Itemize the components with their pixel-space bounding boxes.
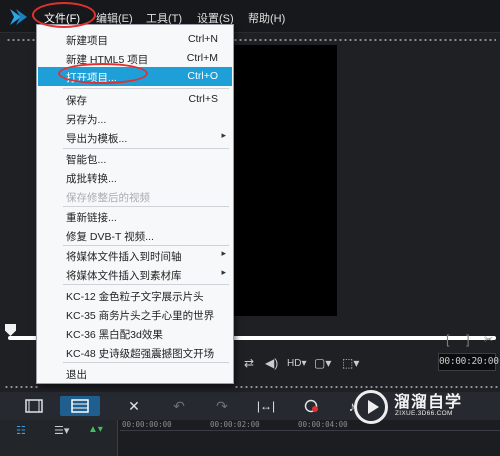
panel-divider [233, 38, 496, 42]
menu-item-open-project[interactable]: 打开项目... Ctrl+O [38, 67, 232, 86]
menu-item-insert-to-timeline[interactable]: 将媒体文件插入到时间轴 ▸ [38, 246, 232, 265]
add-marker-icon[interactable]: ▲▾ [88, 424, 103, 435]
watermark-url: ZIXUE.3D66.COM [395, 410, 453, 417]
menu-item-batch-convert[interactable]: 成批转换... [38, 168, 232, 187]
trim-out-marker[interactable]: ] [466, 332, 470, 347]
tools-icon[interactable]: ✕ [120, 396, 148, 416]
menu-item-smart-package[interactable]: 智能包... [38, 149, 232, 168]
watermark-title: 溜溜自学 [394, 394, 463, 411]
scissors-icon[interactable]: ✂ [484, 333, 493, 346]
volume-icon[interactable]: ◀) [265, 356, 278, 370]
ruler-tick: 00:00:00:00 [122, 420, 172, 429]
track-header: ☷ ☰▾ ▲▾ [0, 420, 118, 456]
timeline-icon[interactable] [60, 396, 100, 416]
submenu-arrow-icon: ▸ [221, 130, 226, 140]
fit-project-icon[interactable]: |↔| [252, 396, 280, 416]
aspect-ratio-icon[interactable]: ▢▾ [314, 356, 331, 370]
watermark: 溜溜自学 ZIXUE.3D66.COM [348, 384, 472, 428]
corel-logo-icon[interactable] [8, 8, 30, 26]
track-manager-icon[interactable]: ☷ [16, 424, 26, 437]
redo-icon[interactable]: ↷ [208, 396, 236, 416]
menu-item-export-template[interactable]: 导出为模板... ▸ [38, 128, 232, 147]
record-icon[interactable] [298, 396, 326, 416]
panel-divider [6, 38, 36, 42]
menu-item-relink[interactable]: 重新链接... [38, 207, 232, 226]
menu-item-recent-kc35[interactable]: KC-35 商务片头之手心里的世界 [38, 305, 232, 324]
hd-preview-icon[interactable]: HD▾ [287, 358, 306, 369]
file-menu-dropdown: 新建项目 Ctrl+N 新建 HTML5 项目 Ctrl+M 打开项目... Ctrl… [36, 24, 234, 384]
submenu-arrow-icon: ▸ [221, 267, 226, 277]
repeat-icon[interactable]: ⇄ [244, 356, 254, 370]
menu-help[interactable]: 帮助(H) [248, 10, 285, 26]
panel-divider [4, 385, 38, 389]
submenu-arrow-icon: ▸ [221, 248, 226, 258]
storyboard-icon[interactable] [20, 396, 48, 416]
menu-item-save-as[interactable]: 另存为... [38, 109, 232, 128]
crop-icon[interactable]: ⬚▾ [342, 356, 359, 370]
chapter-list-icon[interactable]: ☰▾ [54, 424, 69, 437]
menu-item-recent-kc36[interactable]: KC-36 黑白配3d效果 [38, 324, 232, 343]
timecode-display[interactable]: 00:00:20:00 [438, 353, 499, 371]
menu-item-recent-kc12[interactable]: KC-12 金色粒子文字展示片头 [38, 286, 232, 305]
menu-item-insert-to-library[interactable]: 将媒体文件插入到素材库 ▸ [38, 265, 232, 284]
ruler-tick: 00:00:02:00 [210, 420, 260, 429]
undo-icon[interactable]: ↶ [165, 396, 193, 416]
menu-item-new-project[interactable]: 新建项目 Ctrl+N [38, 30, 232, 49]
preview-window[interactable] [233, 45, 337, 316]
menu-item-new-html5-project[interactable]: 新建 HTML5 项目 Ctrl+M [38, 49, 232, 68]
menu-item-save-trimmed-video: 保存修整后的视频 [66, 192, 150, 204]
scrubber-handle[interactable] [5, 324, 16, 336]
menu-item-repair-dvbt[interactable]: 修复 DVB-T 视频... [38, 226, 232, 245]
menu-item-recent-kc48[interactable]: KC-48 史诗级超强震撼图文开场 [38, 343, 232, 362]
trim-in-marker[interactable]: [ [446, 332, 450, 347]
menu-item-exit[interactable]: 退出 [38, 364, 232, 383]
menu-item-save[interactable]: 保存 Ctrl+S [38, 90, 232, 109]
ruler-tick: 00:00:04:00 [298, 420, 348, 429]
